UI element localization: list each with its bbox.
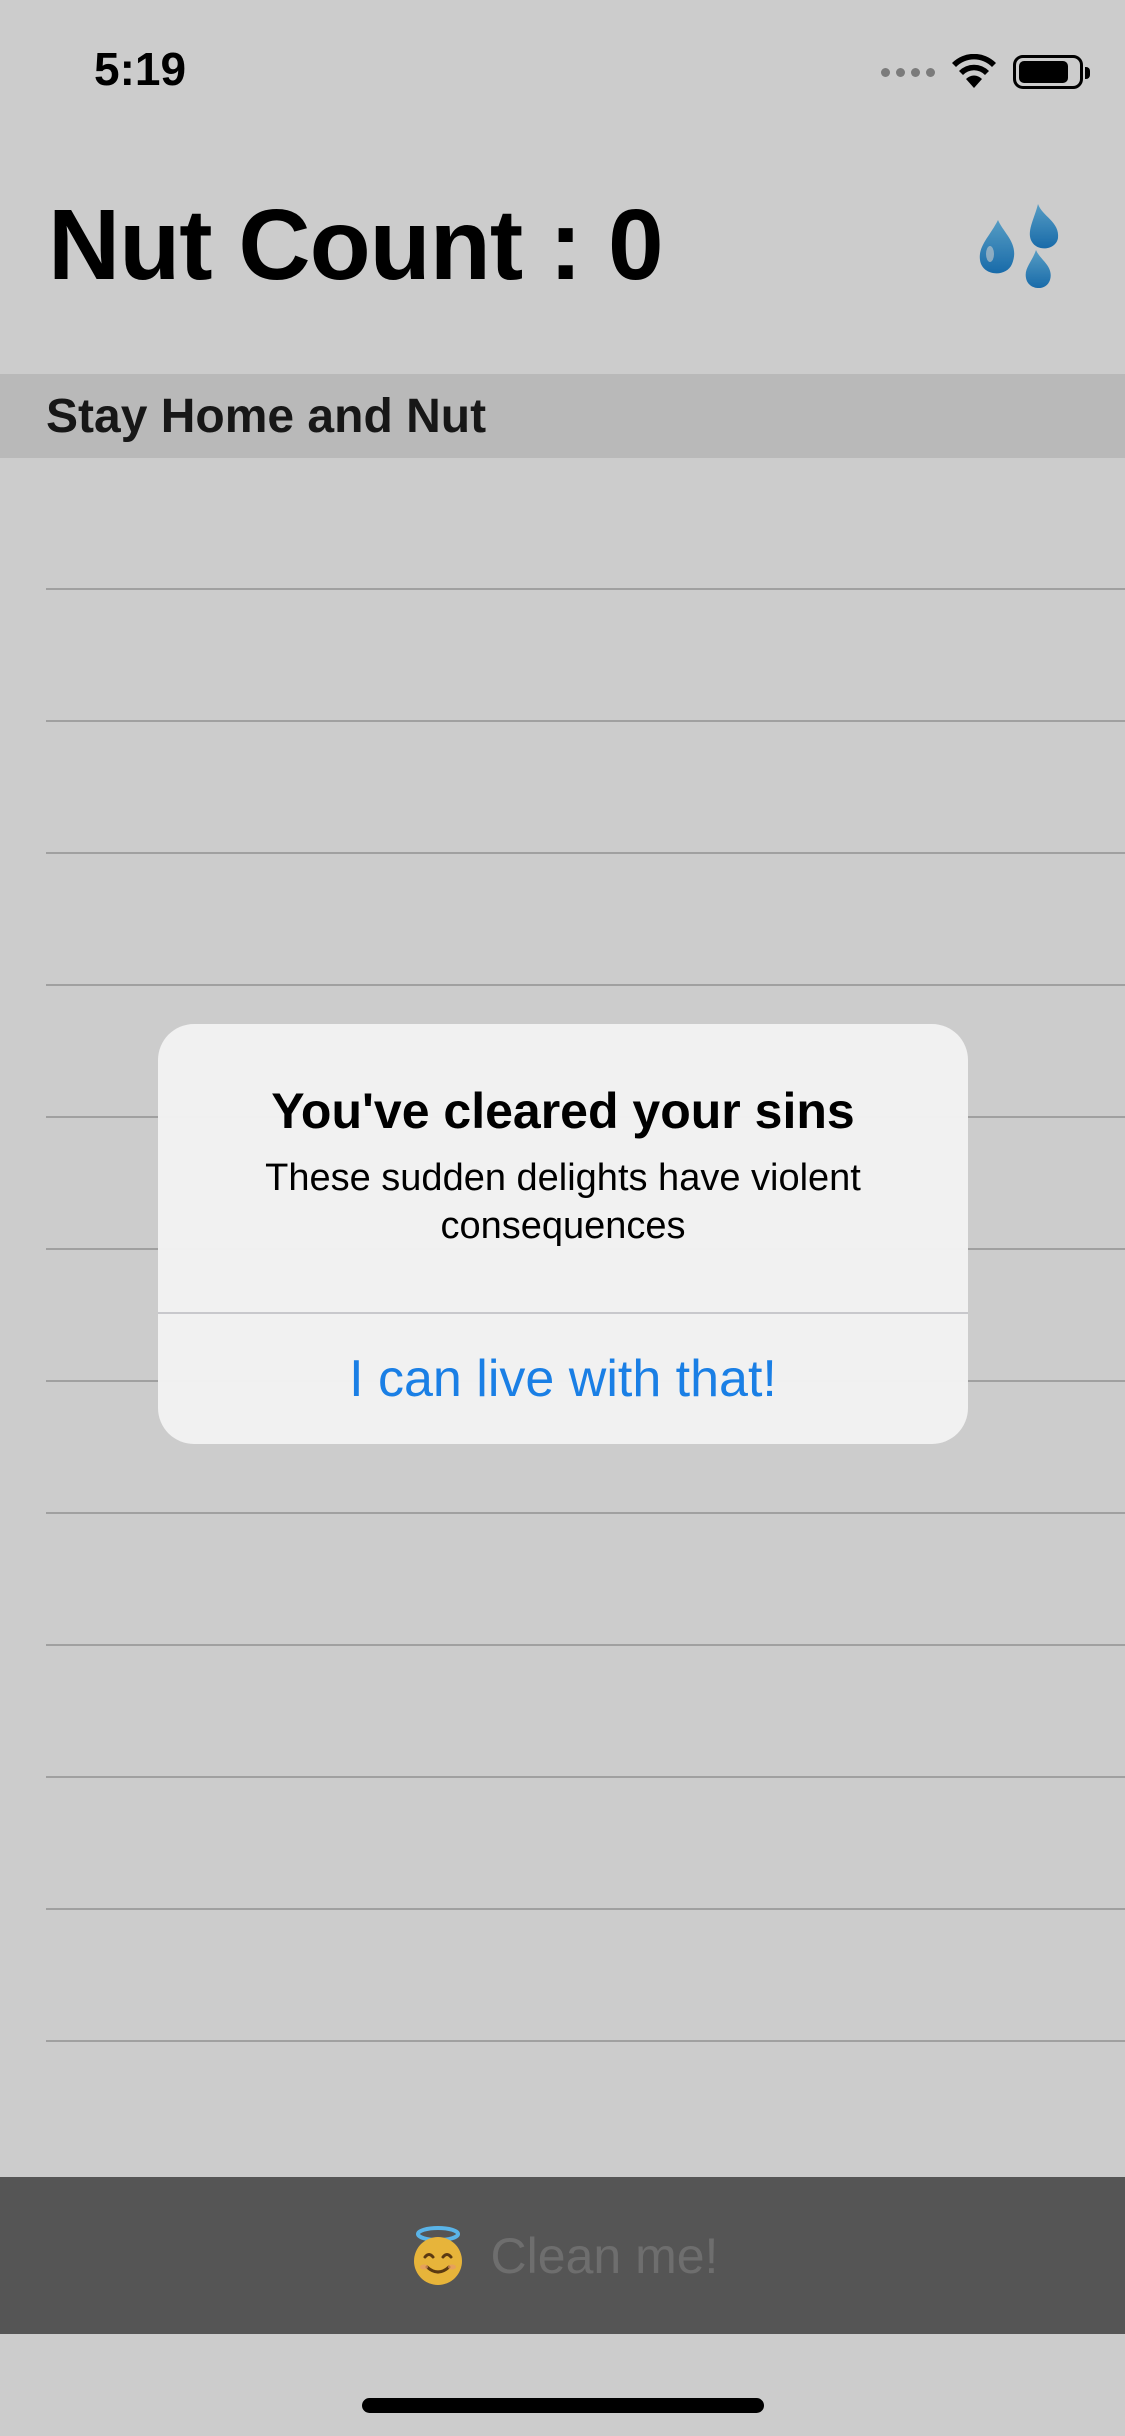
alert-dialog: You've cleared your sins These sudden de… [158,1024,968,1444]
alert-title: You've cleared your sins [271,1083,855,1139]
clean-me-label: Clean me! [490,2227,719,2284]
halo-face-icon [413,2225,462,2285]
home-indicator[interactable] [362,2398,764,2413]
alert-confirm-button[interactable]: I can live with that! [158,1314,968,1444]
clean-me-button[interactable]: Clean me! [0,2177,1125,2334]
alert-message: These sudden delights have violent conse… [265,1157,861,1247]
